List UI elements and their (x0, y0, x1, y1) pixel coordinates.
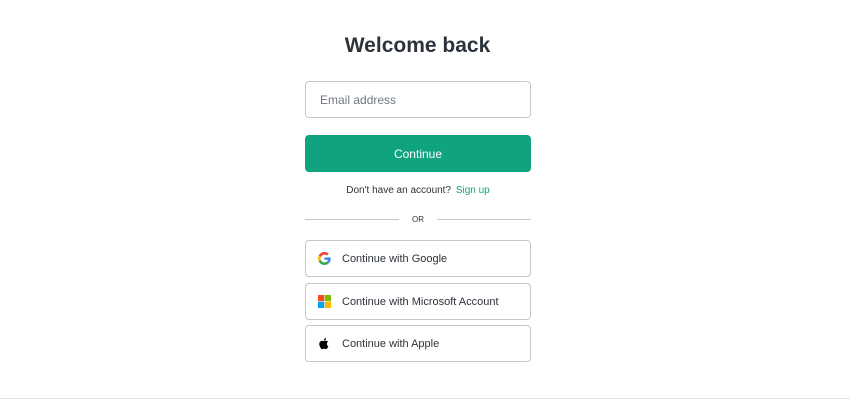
continue-with-google-button[interactable]: Continue with Google (305, 240, 531, 277)
microsoft-icon (318, 295, 331, 308)
page-title: Welcome back (344, 34, 491, 57)
apple-icon (318, 337, 331, 350)
login-page: Welcome back Continue Don't have an acco… (0, 0, 850, 400)
footer-divider (0, 398, 850, 399)
signup-prompt: Don't have an account? Sign up (305, 185, 531, 196)
or-divider: OR (305, 213, 531, 225)
divider-label: OR (412, 214, 424, 224)
apple-button-label: Continue with Apple (342, 337, 440, 350)
continue-button[interactable]: Continue (305, 135, 531, 172)
continue-with-apple-button[interactable]: Continue with Apple (305, 325, 531, 362)
google-button-label: Continue with Google (342, 252, 448, 265)
microsoft-button-label: Continue with Microsoft Account (342, 295, 499, 308)
divider-line-left (305, 218, 399, 220)
continue-with-microsoft-button[interactable]: Continue with Microsoft Account (305, 283, 531, 320)
google-icon (318, 252, 331, 265)
divider-line-right (437, 218, 531, 220)
signup-link[interactable]: Sign up (456, 185, 490, 196)
signup-prompt-text: Don't have an account? (346, 185, 452, 196)
email-field[interactable] (305, 81, 531, 118)
